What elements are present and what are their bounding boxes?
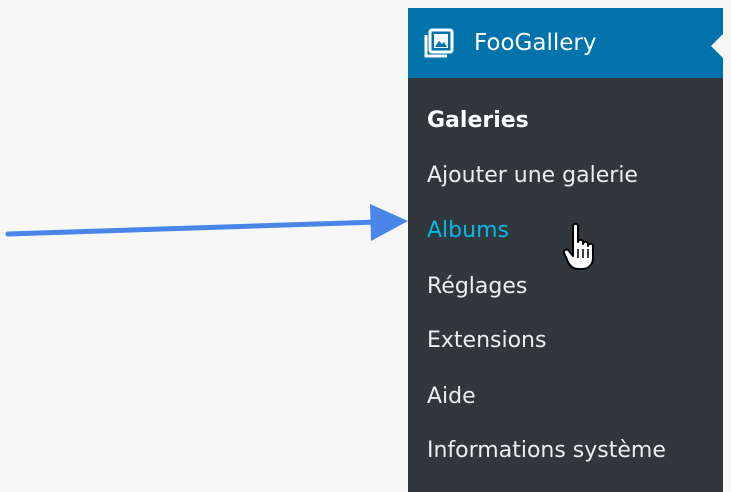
submenu-item-galeries[interactable]: Galeries	[427, 106, 529, 136]
menu-item-foogallery[interactable]: FooGallery	[408, 8, 723, 78]
gallery-icon	[424, 28, 454, 58]
submenu-item-ajouter-une-galerie[interactable]: Ajouter une galerie	[427, 161, 638, 191]
menu-title: FooGallery	[474, 30, 597, 56]
current-menu-notch	[711, 34, 723, 58]
submenu-item-aide[interactable]: Aide	[427, 382, 476, 412]
hand-pointer-icon	[563, 222, 594, 270]
submenu-item-albums[interactable]: Albums	[427, 216, 509, 246]
arrow-head	[370, 204, 408, 241]
submenu-item-informations-systeme[interactable]: Informations système	[427, 436, 666, 466]
submenu-item-reglages[interactable]: Réglages	[427, 272, 527, 302]
arrow-right-icon	[5, 219, 381, 237]
submenu-item-extensions[interactable]: Extensions	[427, 326, 546, 356]
screenshot-stage: FooGallery Galeries Ajouter une galerie …	[0, 0, 731, 492]
